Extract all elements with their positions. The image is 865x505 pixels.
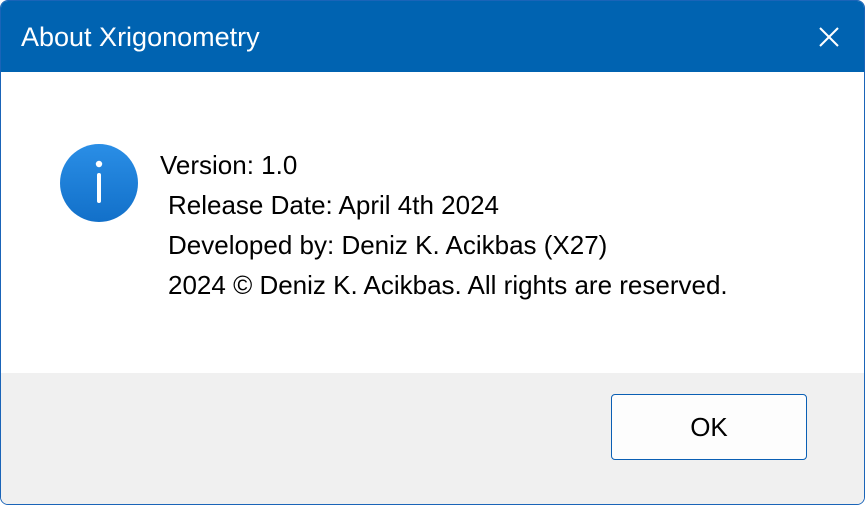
version-text: Version: 1.0 (160, 150, 298, 180)
button-bar: OK (1, 373, 864, 504)
close-button[interactable] (794, 1, 864, 72)
about-dialog: About Xrigonometry Version: 1.0 Release … (0, 0, 865, 505)
release-date-text: Release Date: April 4th 2024 (168, 190, 499, 220)
close-icon (819, 26, 839, 47)
dialog-content: Version: 1.0 Release Date: April 4th 202… (1, 72, 864, 373)
title-bar: About Xrigonometry (1, 1, 864, 72)
copyright-text: 2024 © Deniz K. Acikbas. All rights are … (168, 270, 728, 300)
info-icon (60, 144, 138, 222)
ok-button[interactable]: OK (611, 394, 807, 460)
window-title: About Xrigonometry (21, 22, 260, 52)
developer-text: Developed by: Deniz K. Acikbas (X27) (168, 230, 608, 260)
